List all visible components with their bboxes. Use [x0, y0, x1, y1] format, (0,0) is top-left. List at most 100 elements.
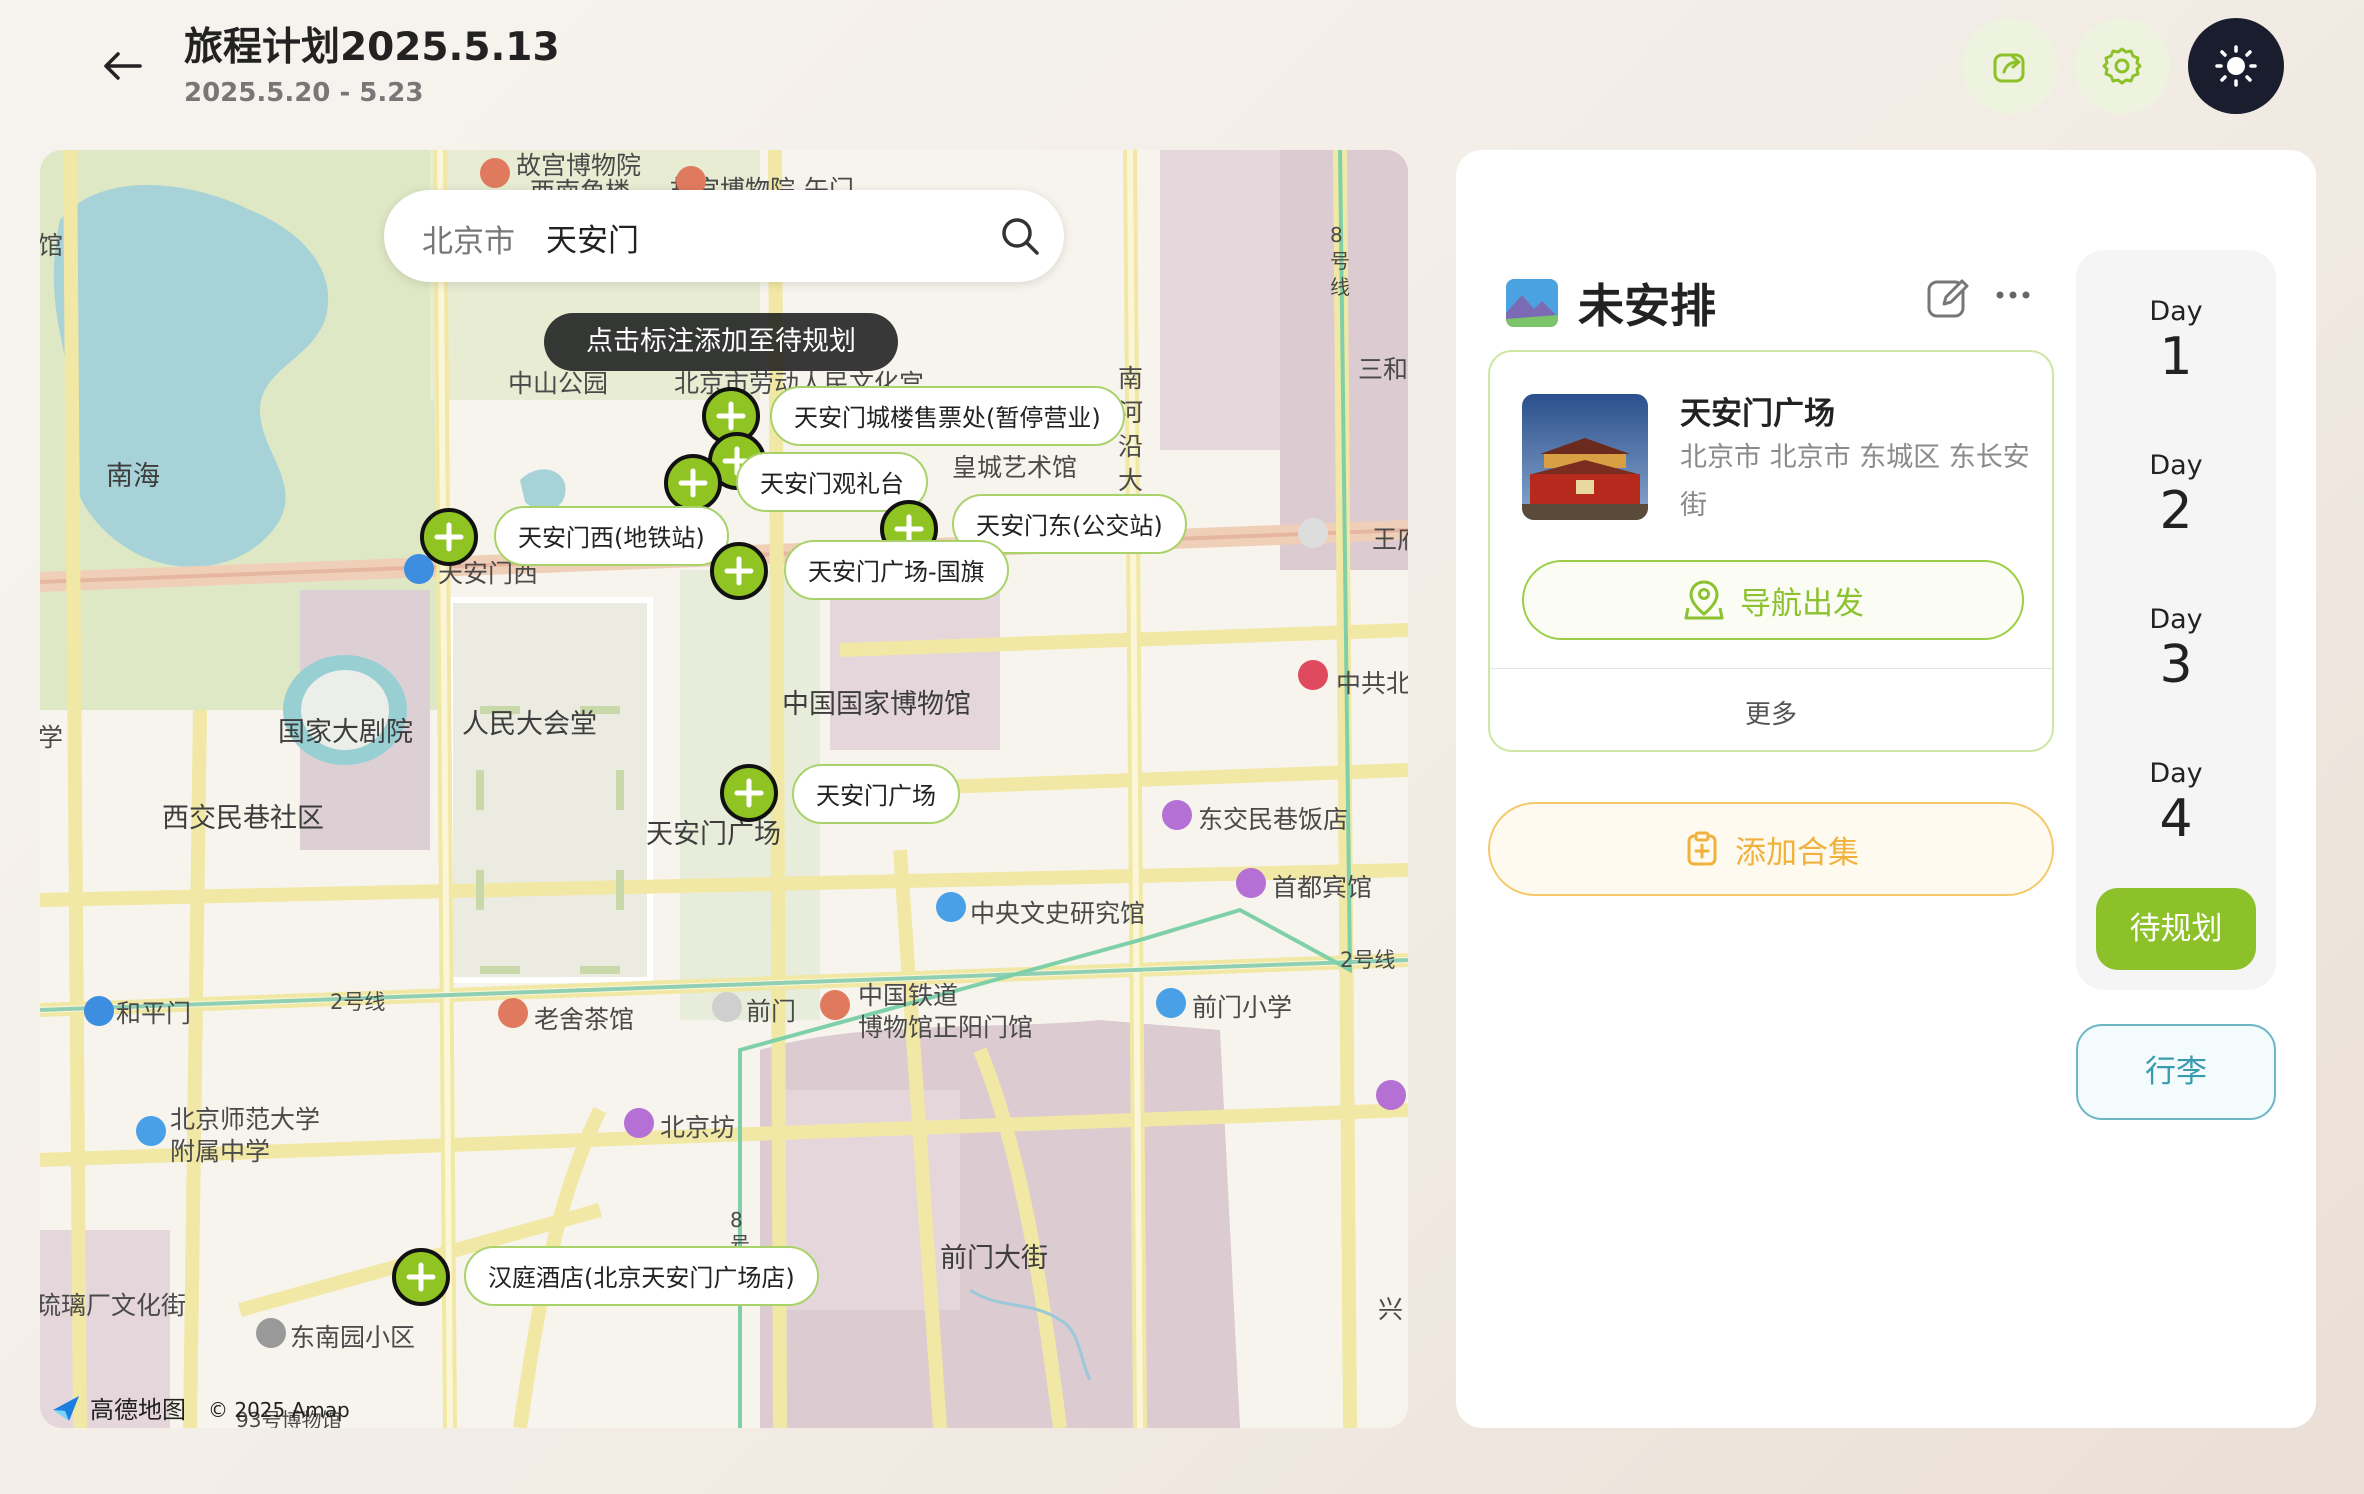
search-input[interactable]: [544, 208, 968, 266]
add-collection-label: 添加合集: [1735, 834, 1859, 871]
map-label: 2号线: [330, 990, 386, 1014]
map-pin-label[interactable]: 汉庭酒店(北京天安门广场店): [464, 1246, 819, 1306]
day-number: 3: [2159, 635, 2193, 695]
sun-icon: [2215, 45, 2257, 87]
add-collection-button[interactable]: 添加合集: [1488, 802, 2054, 896]
luggage-button[interactable]: 行李: [2076, 1024, 2276, 1120]
card-more-link[interactable]: 更多: [1490, 694, 2052, 731]
day-selector: Day 1 Day 2 Day 3 Day 4 待规划: [2076, 250, 2276, 990]
search-city-selector[interactable]: 北京市: [422, 216, 515, 261]
navigate-button[interactable]: 导航出发: [1522, 560, 2024, 640]
map-label: 前门小学: [1192, 993, 1293, 1022]
shopping-poi-icon: [624, 1108, 654, 1138]
map-label: 琉璃厂文化街: [40, 1291, 187, 1320]
map-pin-add[interactable]: [720, 764, 778, 822]
map-label: 前门大街: [940, 1243, 1048, 1274]
map-view[interactable]: 故宫博物院 西南角楼 故宫博物院-午门 馆 中山公园 北京市劳动人民文化宫 南海…: [40, 150, 1408, 1428]
plus-icon: [678, 468, 708, 498]
map-pin-add[interactable]: [392, 1248, 450, 1306]
bus-stop-icon: [1298, 518, 1328, 548]
map-label: 中国铁道 博物馆正阳门馆: [858, 981, 1034, 1042]
map-label: 北京坊: [660, 1113, 736, 1142]
navigate-button-label: 导航出发: [1740, 585, 1864, 622]
day-number: 2: [2159, 481, 2193, 541]
map-pin-label[interactable]: 天安门西(地铁站): [494, 506, 729, 566]
day-tab-1[interactable]: Day 1: [2076, 296, 2276, 387]
map-label: 西交民巷社区: [162, 803, 324, 834]
share-icon: [1993, 53, 2025, 83]
map-label: 南海: [106, 461, 160, 492]
day-tab-2[interactable]: Day 2: [2076, 450, 2276, 541]
settings-button[interactable]: [2074, 18, 2170, 114]
plus-icon: [724, 556, 754, 586]
map-label: 8号线: [1330, 223, 1350, 299]
amap-logo-text: 高德地图: [90, 1396, 186, 1424]
museum-poi-icon: [820, 990, 850, 1020]
residential-poi-icon: [256, 1318, 286, 1348]
map-label: 馆: [40, 231, 64, 260]
hotel-poi-icon: [1236, 868, 1266, 898]
map-label: 人民大会堂: [462, 709, 597, 740]
amap-logo: 高德地图: [50, 1390, 186, 1425]
day-tab-4[interactable]: Day 4: [2076, 758, 2276, 849]
map-label: 前门: [746, 997, 797, 1026]
place-address: 北京市 北京市 东城区 东长安街: [1680, 442, 2030, 521]
museum-poi-icon: [480, 158, 510, 188]
teahouse-poi-icon: [498, 998, 528, 1028]
day-label: Day: [2149, 450, 2203, 481]
arrow-left-icon: [104, 52, 142, 80]
tiananmen-photo: [1522, 394, 1648, 520]
map-pin-label[interactable]: 天安门城楼售票处(暂停营业): [770, 386, 1125, 446]
map-label: 南河沿大: [1118, 364, 1144, 495]
map-label: 三和: [1358, 355, 1408, 384]
amap-logo-icon: [53, 1395, 79, 1421]
place-card[interactable]: 天安门广场 北京市 北京市 东城区 东长安街 导航出发 更多: [1488, 350, 2054, 752]
plus-icon: [406, 1262, 436, 1292]
map-pin-label[interactable]: 天安门广场-国旗: [784, 540, 1009, 600]
map-pin-add[interactable]: [710, 542, 768, 600]
pending-plan-button[interactable]: 待规划: [2096, 888, 2256, 970]
edit-icon[interactable]: [1924, 274, 1972, 322]
day-label: Day: [2149, 604, 2203, 635]
map-search-box[interactable]: 北京市: [384, 190, 1064, 282]
more-horizontal-icon[interactable]: [1992, 280, 2034, 310]
back-button[interactable]: [96, 44, 148, 88]
place-photo: [1522, 394, 1648, 520]
place-name: 天安门广场: [1680, 396, 1835, 432]
school-poi-icon: [136, 1116, 166, 1146]
map-label: 老舍茶馆: [534, 1005, 635, 1034]
map-pin-label[interactable]: 天安门广场: [792, 764, 960, 824]
settings-icon: [2102, 47, 2142, 85]
map-label: 东南园小区: [290, 1323, 416, 1352]
map-label: 兴: [1378, 1295, 1404, 1324]
card-divider: [1490, 668, 2052, 669]
section-title: 未安排: [1578, 279, 1716, 333]
day-label: Day: [2149, 758, 2203, 789]
landscape-icon: [1506, 279, 1558, 327]
map-label: 学: [40, 723, 64, 752]
map-pin-add[interactable]: [420, 508, 478, 566]
landmark-poi-icon: [1298, 660, 1328, 690]
theme-toggle-button[interactable]: [2188, 18, 2284, 114]
culture-poi-icon: [936, 892, 966, 922]
clipboard-add-icon: [1687, 831, 1717, 866]
day-tab-3[interactable]: Day 3: [2076, 604, 2276, 695]
map-label: 中央文史研究馆: [970, 899, 1146, 928]
search-icon[interactable]: [998, 214, 1042, 258]
hotel-poi-icon: [1162, 800, 1192, 830]
map-label: 北京师范大学 附属中学: [170, 1105, 321, 1166]
share-button[interactable]: [1962, 18, 2058, 114]
map-label: 2号线: [1340, 948, 1396, 972]
map-label: 东交民巷饭店: [1198, 805, 1349, 834]
unplanned-header: 未安排: [1504, 270, 1716, 336]
map-label: 首都宾馆: [1272, 873, 1373, 902]
plan-panel: 未安排 天安门广场 北京市 北京市 东城区 东长安街 导航出发 更多 添加合集 …: [1456, 150, 2316, 1428]
map-navigation-icon: [1684, 580, 1724, 620]
map-pin-add[interactable]: [664, 454, 722, 512]
trip-date-range: 2025.5.20 - 5.23: [184, 78, 424, 108]
metro-station-icon: [84, 996, 114, 1026]
map-label: 中国国家博物馆: [782, 689, 971, 720]
day-number: 4: [2159, 789, 2193, 849]
map-hint-tooltip: 点击标注添加至待规划: [544, 313, 898, 371]
plus-icon: [716, 401, 746, 431]
